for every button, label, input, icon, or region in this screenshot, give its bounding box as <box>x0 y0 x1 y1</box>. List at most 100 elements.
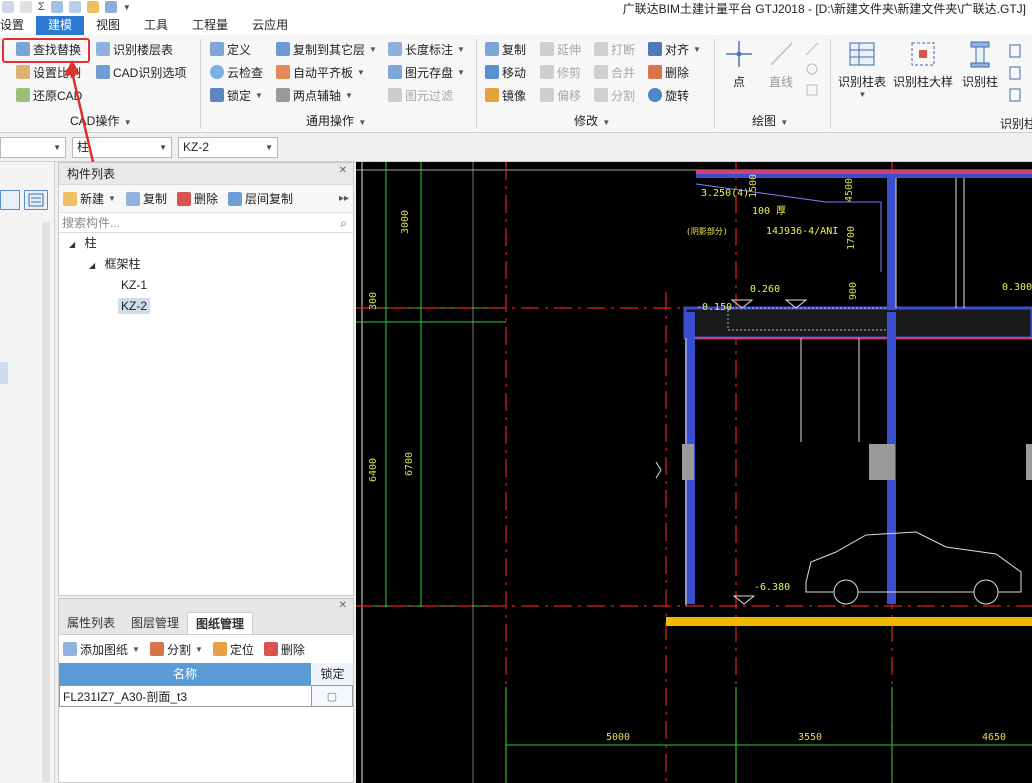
scale-icon <box>16 65 30 79</box>
drawing-table-header: 名称 锁定 <box>59 663 353 685</box>
align-button[interactable]: 对齐 ▼ <box>648 39 701 59</box>
tab-drawings[interactable]: 图纸管理 <box>187 612 254 634</box>
new-component-button[interactable]: 新建 ▼ <box>63 190 116 207</box>
expand-icon[interactable]: ◢ <box>69 240 75 249</box>
nav-selected-item[interactable] <box>0 362 8 384</box>
save-icon[interactable] <box>68 1 81 13</box>
floor-select[interactable]: ▼ <box>0 137 66 158</box>
drawing-name-cell[interactable]: FL231IZ7_A30-剖面_t3 <box>60 686 312 706</box>
split-button[interactable]: 分割 <box>594 85 635 105</box>
floor-copy-button[interactable]: 层间复制 <box>227 190 293 207</box>
auto-flat-slab-button[interactable]: 自动平齐板 ▼ <box>276 62 365 82</box>
tree-node-group[interactable]: ◢ 框架柱 <box>59 254 353 275</box>
tab-cloud[interactable]: 云应用 <box>240 16 300 35</box>
dim-label: 4650 <box>982 732 1007 743</box>
chevron-down-icon: ▼ <box>265 143 273 152</box>
undo-icon[interactable] <box>2 1 14 13</box>
offset-button[interactable]: 偏移 <box>540 85 581 105</box>
line-icon <box>766 39 796 69</box>
restore-cad-button[interactable]: 还原CAD <box>16 85 82 105</box>
lock-button[interactable]: 锁定 ▼ <box>210 85 263 105</box>
list-view-icon[interactable] <box>0 190 20 210</box>
mirror-button[interactable]: 镜像 <box>485 85 526 105</box>
tab-quantity[interactable]: 工程量 <box>180 16 240 35</box>
delete-icon <box>176 191 191 206</box>
merge-button[interactable]: 合并 <box>594 62 635 82</box>
modify-group-label[interactable]: 修改 ▼ <box>574 112 610 129</box>
copy-component-button[interactable]: 复制 <box>125 190 167 207</box>
column-detail-icon <box>908 39 938 69</box>
element-filter-button[interactable]: 图元过滤 <box>388 85 453 105</box>
tab-properties[interactable]: 属性列表 <box>59 612 123 634</box>
more-icon[interactable]: ▸▸ <box>339 193 349 204</box>
recognize-column-table-button[interactable]: 识别柱表 ▼ <box>838 39 886 99</box>
copy-floor-icon <box>276 42 290 56</box>
expand-icon[interactable]: ◢ <box>89 261 95 270</box>
chevron-down-icon[interactable]: ▼ <box>123 3 131 12</box>
recognize-floors-button[interactable]: 识别楼层表 <box>96 39 173 59</box>
cloud-check-button[interactable]: 云检查 <box>210 62 263 82</box>
draw-group-label[interactable]: 绘图 ▼ <box>752 112 788 129</box>
delete-drawing-button[interactable]: 删除 <box>263 641 305 658</box>
level-label: 0.260 <box>750 284 781 295</box>
add-drawing-button[interactable]: 添加图纸 ▼ <box>63 641 140 658</box>
copy-to-other-floor-button[interactable]: 复制到其它层 ▼ <box>276 39 377 59</box>
filter-icon <box>388 88 402 102</box>
tree-node-root[interactable]: ◢ 柱 <box>59 233 353 254</box>
extend-button[interactable]: 延伸 <box>540 39 581 59</box>
break-button[interactable]: 打断 <box>594 39 635 59</box>
tree-item-selected[interactable]: KZ-2 <box>59 296 353 317</box>
cad-drawing <box>356 162 1032 783</box>
print-icon[interactable] <box>104 1 117 13</box>
tab-settings[interactable]: 设置 <box>0 16 36 35</box>
length-mark-button[interactable]: 长度标注 ▼ <box>388 39 465 59</box>
two-point-aux-button[interactable]: 两点辅轴 ▼ <box>276 85 353 105</box>
element-save-button[interactable]: 图元存盘 ▼ <box>388 62 465 82</box>
nav-scrollbar[interactable] <box>42 222 50 782</box>
common-ops-group-label[interactable]: 通用操作 ▼ <box>306 112 366 129</box>
recognize-column-button[interactable]: 识别柱 <box>962 39 998 90</box>
point-button[interactable]: 点 <box>724 39 754 90</box>
table-row[interactable]: FL231IZ7_A30-剖面_t3 ▢ <box>59 685 353 707</box>
component-select[interactable]: KZ-2 ▼ <box>178 137 278 158</box>
trim-icon <box>540 65 554 79</box>
redo-icon[interactable] <box>20 1 32 13</box>
component-search-input[interactable]: 搜索构件... ⌕ <box>59 213 353 233</box>
define-button[interactable]: 定义 <box>210 39 251 59</box>
trim-button[interactable]: 修剪 <box>540 62 581 82</box>
more-column-tools[interactable] <box>1008 41 1032 103</box>
tab-modeling[interactable]: 建模 <box>36 16 85 35</box>
cad-options-button[interactable]: CAD识别选项 <box>96 62 186 82</box>
move-button[interactable]: 移动 <box>485 62 526 82</box>
search-icon[interactable]: ⌕ <box>340 213 347 233</box>
tab-view[interactable]: 视图 <box>84 16 132 35</box>
sum-icon[interactable]: Σ <box>38 1 45 13</box>
dim-label: 5000 <box>606 732 631 743</box>
delete-button[interactable]: 删除 <box>648 62 689 82</box>
close-icon[interactable]: ✕ <box>339 600 347 611</box>
tab-tools[interactable]: 工具 <box>132 16 180 35</box>
open-icon[interactable] <box>50 1 63 13</box>
drawing-toolbar: 添加图纸 ▼ 分割 ▼ 定位 删除 <box>59 635 353 663</box>
tab-layers[interactable]: 图层管理 <box>123 612 187 634</box>
line-button[interactable]: 直线 <box>766 39 796 90</box>
locate-button[interactable]: 定位 <box>212 641 254 658</box>
tree-item[interactable]: KZ-1 <box>59 275 353 296</box>
cad-ops-group-label[interactable]: CAD操作 ▼ <box>70 112 132 129</box>
new-icon <box>63 191 77 206</box>
set-scale-button[interactable]: 设置比例 <box>16 62 81 82</box>
draw-shape-tools[interactable] <box>804 41 820 101</box>
lock-icon[interactable]: ▢ <box>312 686 352 706</box>
detail-view-icon[interactable] <box>24 190 48 210</box>
recognize-column-detail-button[interactable]: 识别柱大样 <box>893 39 953 90</box>
cad-canvas[interactable]: 3000 300 6400 6700 1500 4500 1700 900 3.… <box>356 162 1032 783</box>
split-drawing-button[interactable]: 分割 ▼ <box>149 641 203 658</box>
copy-button[interactable]: 复制 <box>485 39 526 59</box>
delete-component-button[interactable]: 删除 <box>176 190 218 207</box>
rotate-button[interactable]: 旋转 <box>648 85 689 105</box>
export-icon[interactable] <box>86 1 99 13</box>
close-icon[interactable]: ✕ <box>339 165 347 176</box>
locate-icon <box>212 642 227 656</box>
category-select[interactable]: 柱 ▼ <box>72 137 172 158</box>
aux-axis-icon <box>276 88 290 102</box>
